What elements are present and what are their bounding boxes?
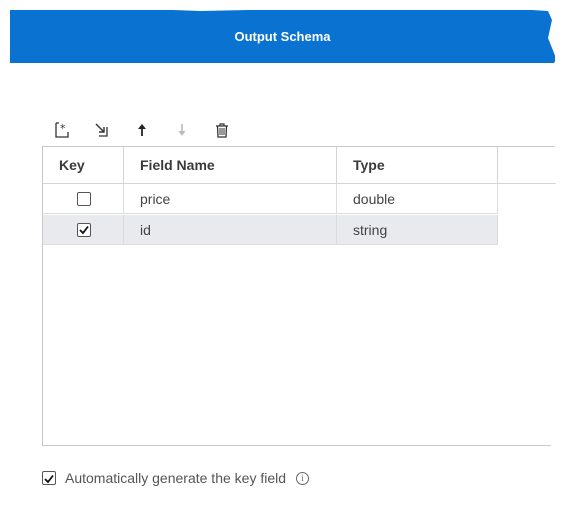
column-header-type[interactable]: Type: [337, 147, 498, 183]
move-up-icon[interactable]: [132, 120, 152, 140]
column-header-key[interactable]: Key: [43, 147, 124, 183]
insert-row-icon[interactable]: [92, 120, 112, 140]
dialog-window: Output Schema * Key Field Name Type pric…: [0, 8, 557, 499]
move-down-icon: [172, 120, 192, 140]
schema-table: Key Field Name Type price double id stri…: [42, 146, 557, 446]
checkmark-icon: [79, 225, 89, 235]
table-row[interactable]: id string: [43, 215, 498, 245]
key-cell: [43, 184, 124, 214]
key-checkbox[interactable]: [77, 192, 91, 206]
autogen-key-checkbox[interactable]: [42, 471, 56, 485]
type-cell[interactable]: double: [337, 184, 498, 214]
delete-icon[interactable]: [212, 120, 232, 140]
field-name-cell[interactable]: id: [124, 215, 337, 245]
svg-text:*: *: [60, 122, 66, 135]
info-icon[interactable]: i: [296, 471, 310, 485]
checkmark-icon: [44, 474, 54, 484]
add-row-icon[interactable]: *: [52, 120, 72, 140]
dialog-title: Output Schema: [234, 29, 331, 44]
autogen-key-option: Automatically generate the key field i: [42, 468, 310, 488]
table-header: Key Field Name Type: [43, 147, 557, 184]
autogen-key-label[interactable]: Automatically generate the key field: [65, 470, 286, 486]
key-checkbox[interactable]: [77, 223, 91, 237]
key-cell: [43, 215, 124, 245]
field-name-cell[interactable]: price: [124, 184, 337, 214]
type-cell[interactable]: string: [337, 215, 498, 245]
table-row[interactable]: price double: [43, 184, 498, 214]
column-header-field-name[interactable]: Field Name: [124, 147, 337, 183]
